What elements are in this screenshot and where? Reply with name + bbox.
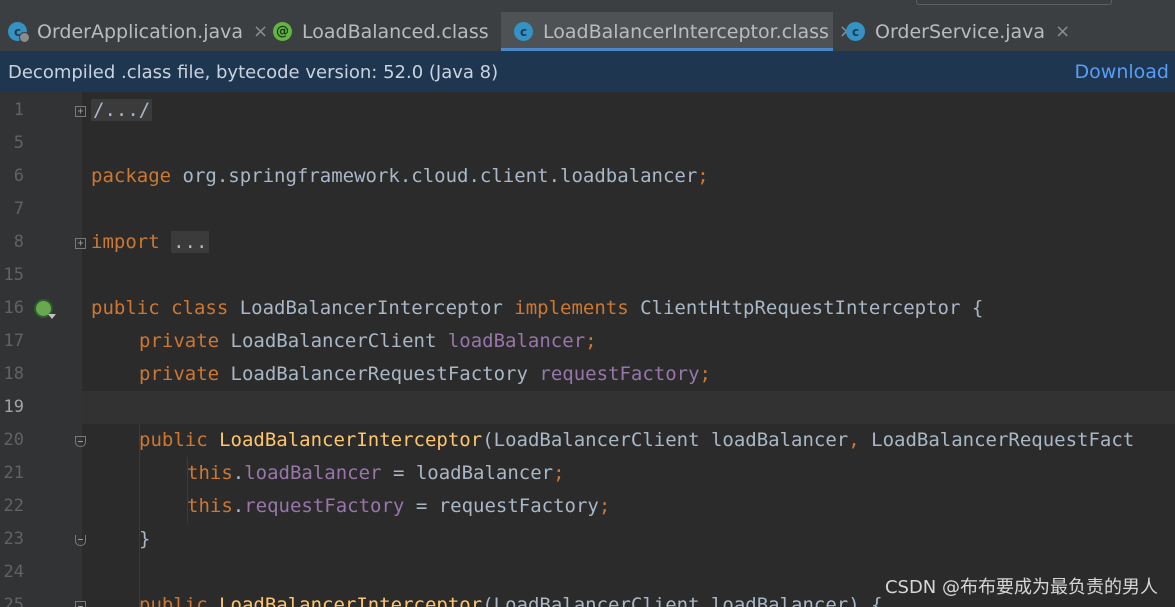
parameter-list: (LoadBalancerClient loadBalancer) { <box>482 594 883 607</box>
dot: . <box>232 462 245 484</box>
field-name: requestFactory <box>539 363 700 385</box>
folded-header[interactable]: /.../ <box>91 99 153 121</box>
semicolon: ; <box>699 363 711 385</box>
code-line-18: private LoadBalancerRequestFactory reque… <box>139 358 711 391</box>
class-icon: c <box>514 22 533 41</box>
line-number: 20 <box>3 430 24 450</box>
tab-load-balanced[interactable]: @ LoadBalanced.class × <box>259 12 514 51</box>
tab-order-service[interactable]: c OrderService.java × <box>834 12 1070 51</box>
code-line-1: /.../ <box>91 94 153 127</box>
tab-label: OrderService.java <box>875 20 1046 43</box>
spring-app-class-icon: c <box>8 22 30 43</box>
line-number-current: 19 <box>3 397 24 417</box>
constructor-name: LoadBalancerInterceptor <box>219 429 483 451</box>
code-line-8: import ... <box>91 226 210 259</box>
fold-end-icon[interactable] <box>75 535 86 546</box>
assignment: = requestFactory <box>404 495 599 517</box>
fold-collapse-icon[interactable] <box>75 436 86 447</box>
line-number: 5 <box>13 133 24 153</box>
tab-load-balancer-interceptor[interactable]: c LoadBalancerInterceptor.class × <box>501 12 854 51</box>
current-line-highlight <box>82 391 1175 424</box>
keyword: public <box>139 594 208 607</box>
keyword: this <box>187 495 233 517</box>
keyword: private <box>139 330 220 352</box>
keyword: import <box>91 231 160 253</box>
annotation-icon: @ <box>273 22 292 41</box>
close-icon[interactable]: × <box>1055 21 1070 42</box>
line-number: 22 <box>3 496 24 516</box>
fold-expand-icon[interactable]: + <box>75 106 86 117</box>
line-number: 17 <box>3 331 24 351</box>
fold-gutter <box>70 92 82 607</box>
semicolon: ; <box>598 495 611 517</box>
parameter-list: LoadBalancerRequestFact <box>859 429 1135 451</box>
editor-tab-bar: c OrderApplication.java × @ LoadBalanced… <box>0 0 1175 52</box>
line-number: 7 <box>13 199 24 219</box>
tab-label: OrderApplication.java <box>37 20 244 43</box>
package-name: org.springframework.cloud.client.loadbal… <box>171 165 698 187</box>
code-line-23: } <box>139 523 150 556</box>
code-line-22: this.requestFactory = requestFactory; <box>187 490 610 523</box>
type-name: LoadBalancerClient <box>219 330 448 352</box>
implements-interface-icon[interactable] <box>34 299 56 319</box>
assignment: = loadBalancer <box>381 462 554 484</box>
code-line-16: public class LoadBalancerInterceptor imp… <box>91 292 983 325</box>
line-number: 8 <box>13 232 24 252</box>
watermark: CSDN @布布要成为最负责的男人 <box>884 577 1158 598</box>
semicolon: ; <box>553 462 565 484</box>
semicolon: ; <box>697 165 709 187</box>
keyword: private <box>139 363 220 385</box>
code-line-6: package org.springframework.cloud.client… <box>91 160 709 193</box>
line-number: 16 <box>3 298 24 318</box>
code-line-21: this.loadBalancer = loadBalancer; <box>187 457 565 490</box>
line-number: 23 <box>3 529 24 549</box>
closing-brace: } <box>139 528 151 550</box>
line-number: 18 <box>3 364 24 384</box>
code-editor[interactable]: 1 5 6 7 8 15 16 17 18 19 20 21 22 23 24 … <box>0 92 1175 607</box>
code-line-25: public LoadBalancerInterceptor(LoadBalan… <box>139 589 883 607</box>
semicolon: ; <box>585 330 597 352</box>
code-line-20: public LoadBalancerInterceptor(LoadBalan… <box>139 424 1134 457</box>
line-number: 21 <box>3 463 24 483</box>
line-number: 24 <box>3 562 24 582</box>
keyword: this <box>187 462 233 484</box>
line-number: 6 <box>13 166 24 186</box>
keyword: package <box>91 165 172 187</box>
dot: . <box>232 495 245 517</box>
field-name: loadBalancer <box>244 462 382 484</box>
download-sources-link[interactable]: Download <box>1075 61 1169 83</box>
fold-expand-icon[interactable]: + <box>75 238 86 249</box>
banner-message: Decompiled .class file, bytecode version… <box>8 61 499 83</box>
code-line-17: private LoadBalancerClient loadBalancer; <box>139 325 597 358</box>
comma: , <box>848 429 860 451</box>
tab-label: LoadBalancerInterceptor.class <box>543 20 829 43</box>
folded-imports[interactable]: ... <box>171 231 210 253</box>
decompiled-banner: Decompiled .class file, bytecode version… <box>0 52 1175 92</box>
constructor-name: LoadBalancerInterceptor <box>219 594 483 607</box>
tab-label: LoadBalanced.class <box>302 20 489 43</box>
tab-order-application[interactable]: c OrderApplication.java × <box>0 12 268 51</box>
interface-name: ClientHttpRequestInterceptor { <box>628 297 984 319</box>
keyword: public <box>139 429 208 451</box>
line-number: 1 <box>13 100 24 120</box>
parameter-list: (LoadBalancerClient loadBalancer <box>482 429 849 451</box>
field-name: loadBalancer <box>447 330 586 352</box>
keyword: implements <box>514 297 629 319</box>
fold-collapse-icon[interactable] <box>75 601 86 607</box>
keyword: public class <box>91 297 229 319</box>
class-icon: c <box>846 22 865 41</box>
field-name: requestFactory <box>244 495 405 517</box>
toolbar-edge <box>916 0 1112 5</box>
class-name: LoadBalancerInterceptor <box>228 297 515 319</box>
line-number: 15 <box>3 265 24 285</box>
line-number: 25 <box>3 595 24 607</box>
type-name: LoadBalancerRequestFactory <box>219 363 540 385</box>
